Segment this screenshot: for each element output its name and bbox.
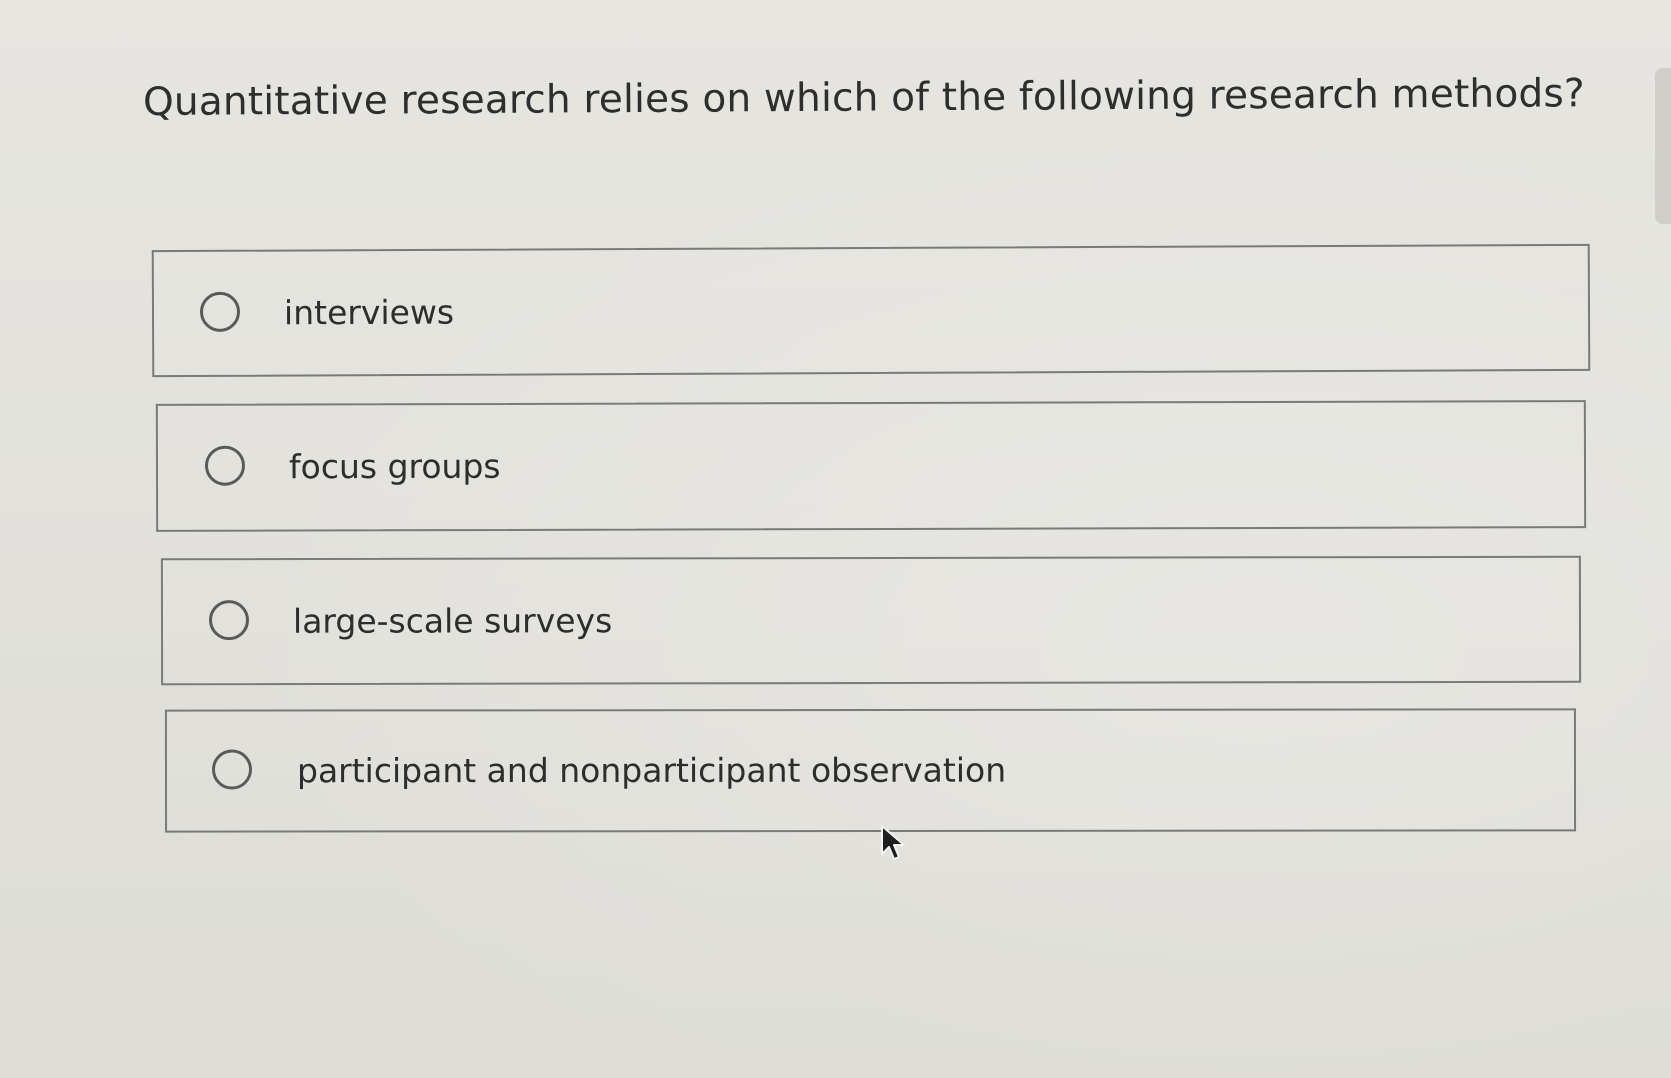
option-label: focus groups: [288, 446, 501, 487]
answer-option-participant-observation[interactable]: participant and nonparticipant observati…: [164, 708, 1577, 833]
mouse-pointer-icon: [881, 825, 905, 860]
answer-option-large-scale-surveys[interactable]: large-scale surveys: [160, 555, 1582, 686]
radio-button-icon[interactable]: [211, 749, 253, 790]
radio-button-icon[interactable]: [199, 291, 241, 332]
scrollbar-thumb[interactable]: [1655, 68, 1671, 224]
answer-option-interviews[interactable]: interviews: [151, 243, 1591, 378]
radio-button-icon[interactable]: [204, 445, 246, 486]
question-text: Quantitative research relies on which of…: [142, 71, 1585, 125]
radio-button-icon[interactable]: [208, 599, 250, 640]
option-label: participant and nonparticipant observati…: [296, 750, 1007, 790]
screen-glare: [0, 0, 1671, 1078]
option-label: interviews: [283, 292, 455, 332]
answer-option-focus-groups[interactable]: focus groups: [155, 400, 1587, 532]
option-label: large-scale surveys: [292, 600, 613, 641]
